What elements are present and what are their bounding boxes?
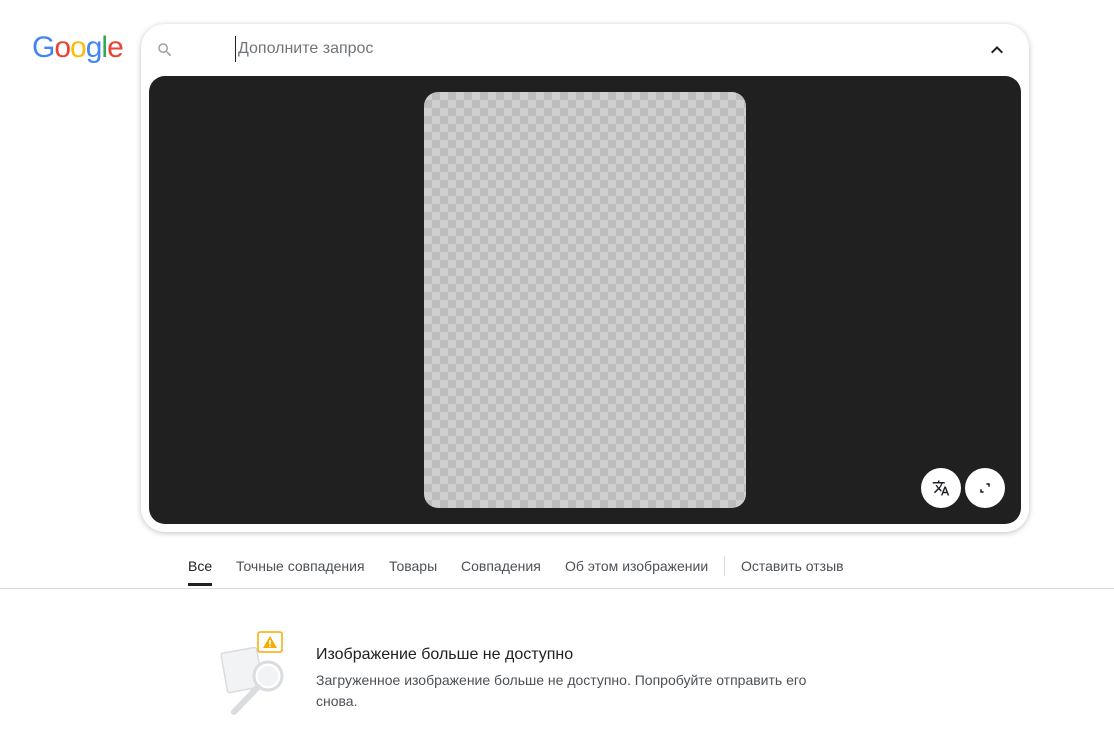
search-icon [158,43,172,57]
logo-letter: o [54,31,71,64]
search-row [141,24,1029,76]
tab-exact-matches[interactable]: Точные совпадения [236,558,365,574]
image-viewer [149,76,1021,524]
logo-letter: o [70,31,87,64]
logo-letter: g [85,31,103,64]
chevron-up-icon[interactable] [985,38,1009,62]
results-tabs: Все Точные совпадения Товары Совпадения … [0,552,1114,589]
expand-icon [980,483,990,493]
translate-icon [932,480,950,496]
tab-all[interactable]: Все [188,558,212,574]
search-card [141,24,1029,532]
transparent-image-placeholder[interactable] [424,92,746,508]
notice-title: Изображение больше не доступно [316,646,574,663]
image-search-warning-icon [220,631,284,715]
google-logo[interactable]: Google [32,31,124,65]
active-tab-indicator [188,583,212,586]
search-input[interactable] [235,36,958,62]
tab-divider [724,556,725,576]
notice-text: Загруженное изображение больше не доступ… [316,672,807,709]
translate-button[interactable] [921,468,961,508]
logo-letter: G [32,31,55,64]
tab-feedback[interactable]: Оставить отзыв [741,558,844,574]
logo-letter: e [107,31,124,64]
tab-matches[interactable]: Совпадения [461,558,541,574]
tab-products[interactable]: Товары [389,558,437,574]
expand-button[interactable] [965,468,1005,508]
page: Google Все [0,0,1114,746]
image-unavailable-notice: Изображение больше не доступно Загруженн… [220,630,860,720]
tab-about-image[interactable]: Об этом изображении [565,558,708,574]
